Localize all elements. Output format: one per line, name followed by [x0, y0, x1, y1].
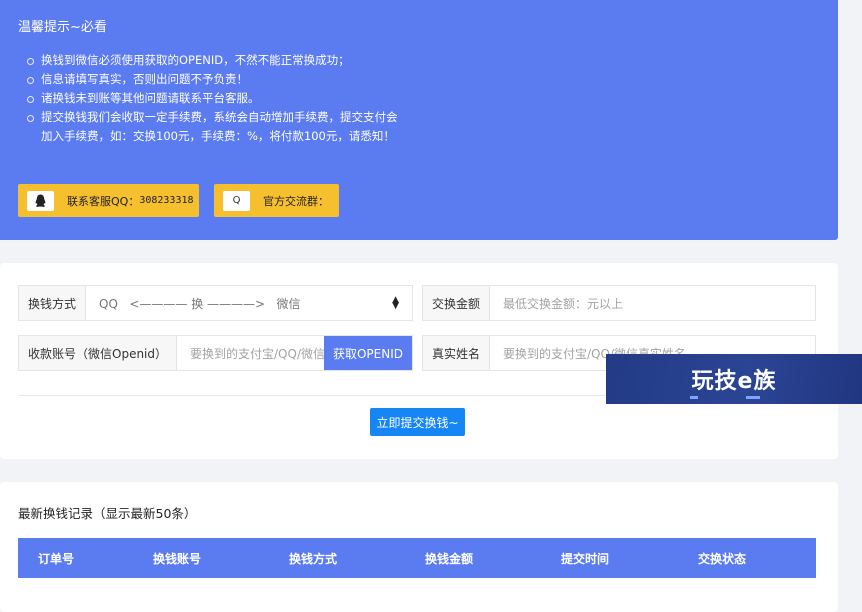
account-input[interactable]: 要换到的支付宝/QQ/微信账号 — [177, 336, 324, 370]
column-header: 交换状态 — [698, 551, 747, 566]
notice-list: 换钱到微信必须使用获取的OPENID，不然不能正常换成功； 信息请填写真实，否则… — [24, 51, 400, 146]
contact-qq-label: 联系客服QQ： — [67, 194, 140, 208]
group-button[interactable]: Q 官方交流群： — [214, 184, 339, 217]
method-select[interactable]: QQ <———— 换 ————> 微信 ▲ ▼ — [86, 286, 412, 320]
amount-input[interactable]: 最低交换金额：元以上 — [490, 286, 815, 320]
notice-title: 温馨提示~必看 — [18, 20, 107, 35]
account-label: 收款账号（微信Openid） — [19, 336, 178, 370]
column-header: 换钱方式 — [289, 551, 338, 566]
column-header: 换钱金额 — [425, 551, 474, 566]
records-title: 最新换钱记录（显示最新50条） — [18, 506, 197, 521]
method-label: 换钱方式 — [19, 286, 87, 320]
notice-panel: 温馨提示~必看 换钱到微信必须使用获取的OPENID，不然不能正常换成功； 信息… — [0, 0, 838, 240]
notice-item: 提交换钱我们会收取一定手续费，系统会自动增加手续费，提交支付会加入手续费，如：交… — [24, 108, 400, 146]
contact-qq-button[interactable]: 联系客服QQ： 308233318 — [18, 184, 199, 217]
amount-label: 交换金额 — [423, 286, 491, 320]
records-table-header: 订单号 换钱账号 换钱方式 换钱金额 提交时间 交换状态 — [18, 538, 816, 578]
watermark-underline — [690, 396, 698, 399]
notice-item: 换钱到微信必须使用获取的OPENID，不然不能正常换成功； — [24, 51, 400, 70]
amount-group: 交换金额 最低交换金额：元以上 — [422, 285, 816, 321]
account-group: 收款账号（微信Openid） 要换到的支付宝/QQ/微信账号 获取OPENID — [18, 335, 413, 371]
column-header: 提交时间 — [561, 551, 610, 566]
qq-group-icon: Q — [223, 190, 250, 211]
get-openid-button[interactable]: 获取OPENID — [323, 336, 412, 370]
notice-item: 诸换钱未到账等其他问题请联系平台客服。 — [24, 89, 400, 108]
group-label: 官方交流群： — [263, 194, 329, 208]
method-select-value: QQ <———— 换 ————> 微信 — [99, 296, 301, 311]
select-arrows-icon: ▲ ▼ — [392, 295, 399, 311]
notice-item: 信息请填写真实，否则出问题不予负责！ — [24, 70, 400, 89]
column-header: 换钱账号 — [153, 551, 202, 566]
name-label: 真实姓名 — [423, 336, 491, 370]
column-header: 订单号 — [38, 551, 75, 566]
submit-button[interactable]: 立即提交换钱~ — [370, 408, 465, 436]
watermark-text: 玩技e族 — [691, 369, 777, 394]
watermark-underline — [746, 396, 760, 399]
contact-qq-number: 308233318 — [139, 195, 194, 206]
watermark-logo: 玩技e族 — [606, 354, 862, 404]
qq-penguin-icon — [27, 190, 54, 211]
method-select-group[interactable]: 换钱方式 QQ <———— 换 ————> 微信 ▲ ▼ — [18, 285, 413, 321]
